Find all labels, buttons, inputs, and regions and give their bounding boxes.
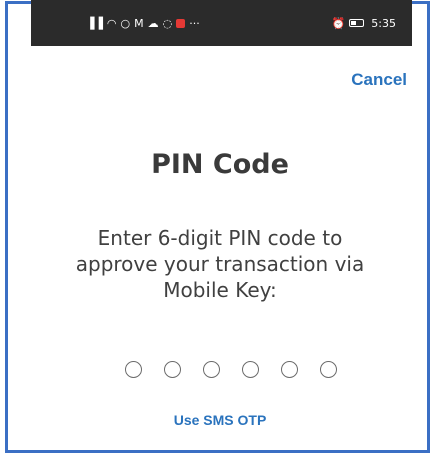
cloud-icon: ☁ xyxy=(147,16,159,30)
status-bar-right: ⏰ 5:35 xyxy=(332,17,396,30)
app-m-icon: M xyxy=(134,16,144,30)
pin-instructions: Enter 6-digit PIN code to approve your t… xyxy=(75,226,365,302)
pin-digit-circle xyxy=(320,361,337,378)
pin-input[interactable] xyxy=(125,361,337,378)
status-bar: ▐▐ ◠ ○ M ☁ ◌ ··· ⏰ 5:35 xyxy=(31,0,412,46)
pin-digit-circle xyxy=(125,361,142,378)
whatsapp-icon: ○ xyxy=(120,16,131,30)
pin-digit-circle xyxy=(242,361,259,378)
pin-digit-circle xyxy=(203,361,220,378)
pin-digit-circle xyxy=(281,361,298,378)
status-time: 5:35 xyxy=(371,16,396,30)
signal-icon: ▐▐ xyxy=(86,16,103,30)
record-icon xyxy=(176,18,186,28)
alarm-icon: ⏰ xyxy=(331,16,346,30)
more-icon: ··· xyxy=(189,16,200,30)
status-bar-left: ▐▐ ◠ ○ M ☁ ◌ ··· xyxy=(86,18,200,29)
cancel-button[interactable]: Cancel xyxy=(351,70,407,90)
pin-digit-circle xyxy=(164,361,181,378)
wifi-icon: ◠ xyxy=(106,16,117,30)
page-title: PIN Code xyxy=(151,149,289,180)
messenger-icon: ◌ xyxy=(162,16,173,30)
use-sms-otp-link[interactable]: Use SMS OTP xyxy=(0,412,440,428)
battery-icon xyxy=(349,19,365,27)
